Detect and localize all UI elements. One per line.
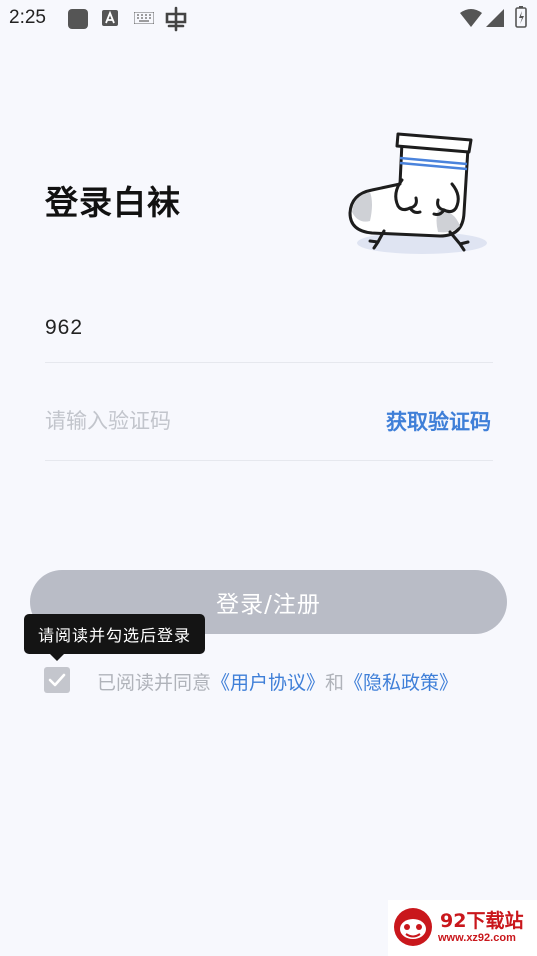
agreement-tooltip: 请阅读并勾选后登录 [24, 614, 206, 654]
wifi-icon [460, 9, 482, 27]
verification-code-input[interactable] [45, 404, 345, 438]
status-bar: 2:25 [0, 0, 537, 38]
user-agreement-link[interactable]: 《用户协议》 [211, 672, 325, 694]
agreement-and: 和 [325, 672, 345, 694]
login-register-label: 登录/注册 [216, 592, 321, 618]
watermark-logo-icon [394, 908, 432, 946]
sock-mascot-illustration [348, 132, 487, 254]
agreement-tooltip-text: 请阅读并勾选后登录 [38, 626, 192, 645]
watermark: 92下载站 www.xz92.com [388, 900, 537, 956]
font-notification-icon [102, 10, 118, 26]
phone-field[interactable]: 962 [45, 300, 493, 363]
status-time: 2:25 [9, 7, 46, 28]
page-title: 登录白袜 [45, 183, 181, 222]
bug-icon [165, 6, 187, 32]
watermark-name: 92下载站 [440, 910, 524, 932]
signal-icon [486, 9, 504, 27]
agreement-checkbox[interactable] [44, 667, 70, 693]
privacy-policy-link[interactable]: 《隐私政策》 [344, 672, 458, 694]
verification-code-field: 获取验证码 [45, 390, 493, 461]
app-notification-icon [68, 9, 88, 29]
battery-icon [515, 6, 527, 28]
tooltip-arrow [50, 654, 64, 661]
agreement-prefix: 已阅读并同意 [97, 672, 212, 694]
keyboard-icon [134, 12, 154, 24]
get-code-button[interactable]: 获取验证码 [386, 406, 491, 436]
check-icon [48, 673, 66, 687]
agreement-text: 已阅读并同意《用户协议》和《隐私政策》 [97, 668, 458, 695]
phone-value: 962 [45, 316, 84, 339]
watermark-url: www.xz92.com [438, 932, 516, 944]
